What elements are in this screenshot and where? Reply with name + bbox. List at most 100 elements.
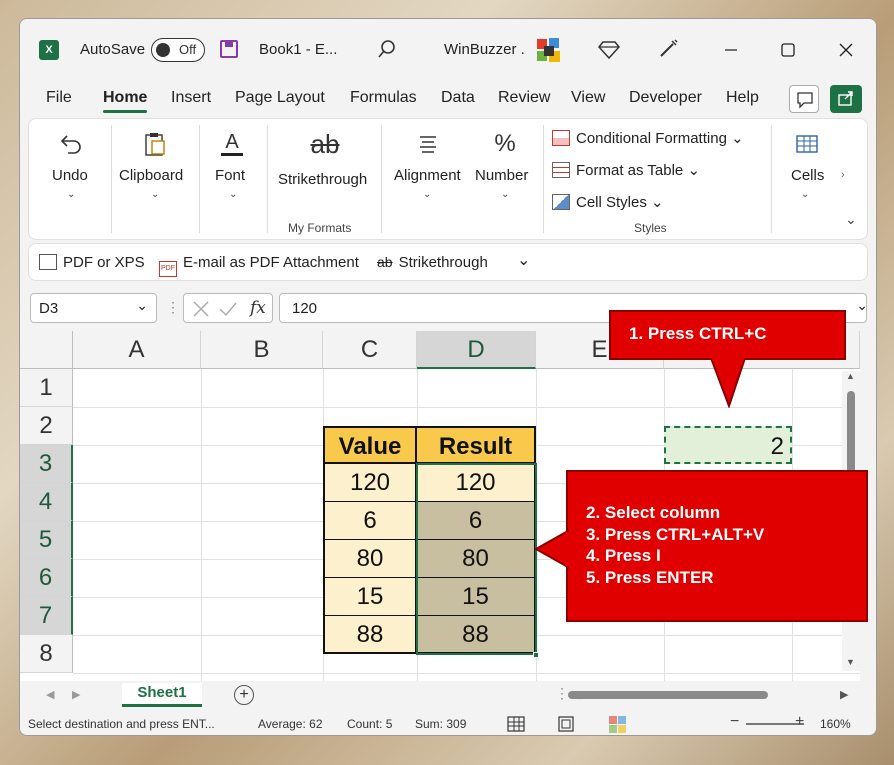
column-header-b[interactable]: B [201, 331, 323, 369]
email-pdf-button[interactable]: PDF E-mail as PDF Attachment [159, 254, 359, 277]
diamond-icon[interactable] [598, 38, 620, 60]
conditional-formatting-button[interactable]: Conditional Formatting ⌄ [552, 129, 744, 147]
next-sheet-icon[interactable]: ▶ [72, 688, 80, 701]
qat-strikethrough-label: Strikethrough [398, 254, 488, 271]
strikethrough-button[interactable]: ab Strikethrough My Formats [271, 119, 379, 241]
close-button[interactable] [835, 39, 857, 61]
qat-strikethrough-button[interactable]: ab Strikethrough [377, 254, 488, 271]
undo-group[interactable]: Undo ⌄ [41, 119, 101, 241]
number-label: Number [475, 167, 529, 184]
result-cell-active[interactable]: 120 [417, 464, 536, 502]
row-header-4[interactable]: 4 [20, 483, 73, 521]
zoom-level[interactable]: 160% [820, 717, 851, 731]
tab-split-grip-icon[interactable]: ⋮ [555, 685, 569, 702]
row-header-8[interactable]: 8 [20, 635, 73, 673]
prev-sheet-icon[interactable]: ◀ [46, 688, 54, 701]
page-layout-view-icon[interactable] [557, 715, 575, 733]
avatar[interactable] [534, 36, 564, 66]
column-header-a[interactable]: A [73, 331, 201, 369]
tab-data[interactable]: Data [441, 89, 475, 107]
row-header-2[interactable]: 2 [20, 407, 73, 445]
horizontal-scroll-thumb[interactable] [568, 691, 768, 699]
sheet-tab-sheet1[interactable]: Sheet1 [122, 683, 202, 707]
account-name[interactable]: WinBuzzer . [444, 41, 525, 58]
font-group[interactable]: A Font ⌄ [203, 119, 263, 241]
scroll-right-arrow-icon[interactable]: ▶ [840, 688, 848, 701]
normal-view-icon[interactable] [507, 715, 525, 733]
maximize-button[interactable] [777, 39, 799, 61]
zoom-in-icon[interactable]: + [795, 713, 804, 731]
enter-check-icon[interactable] [218, 300, 238, 318]
column-header-c[interactable]: C [323, 331, 417, 369]
row-header-6[interactable]: 6 [20, 559, 73, 597]
callout-step: 4. Press I [586, 546, 661, 565]
tab-file[interactable]: File [46, 89, 72, 107]
insert-function-icon[interactable]: fx [250, 298, 266, 318]
callout-steps-pointer [535, 529, 569, 569]
header-value-cell[interactable]: Value [323, 426, 417, 464]
header-result-cell[interactable]: Result [417, 426, 536, 464]
cancel-icon[interactable] [192, 300, 210, 318]
tab-help[interactable]: Help [726, 89, 759, 107]
fill-handle[interactable] [533, 652, 539, 658]
tab-insert[interactable]: Insert [171, 89, 211, 107]
value-cell[interactable]: 120 [323, 464, 417, 502]
row-header-1[interactable]: 1 [20, 369, 73, 407]
customize-qat-chevron-icon[interactable]: ⌄ [517, 250, 530, 270]
scroll-up-arrow-icon[interactable]: ▲ [846, 371, 855, 381]
select-all-corner[interactable] [20, 331, 73, 369]
alignment-group[interactable]: Alignment ⌄ [385, 119, 469, 241]
zoom-out-icon[interactable]: − [730, 713, 739, 731]
minimize-button[interactable] [720, 39, 742, 61]
ribbon-expand-chevron-icon[interactable]: ⌄ [845, 211, 857, 228]
value-cell[interactable]: 80 [323, 540, 417, 578]
status-count[interactable]: Count: 5 [347, 717, 392, 731]
comments-button[interactable] [789, 85, 819, 113]
add-sheet-icon[interactable]: + [234, 685, 254, 705]
pen-icon[interactable] [657, 38, 679, 60]
formula-controls: fx [183, 293, 273, 323]
result-cell[interactable]: 88 [417, 616, 536, 654]
clipboard-group[interactable]: Clipboard ⌄ [115, 119, 195, 241]
tab-view[interactable]: View [571, 89, 605, 107]
pdf-xps-button[interactable]: PDF or XPS [39, 254, 145, 271]
document-title[interactable]: Book1 - E... [259, 41, 337, 58]
ribbon-scroll-right-icon[interactable]: › [841, 169, 845, 181]
formula-value: 120 [292, 300, 318, 317]
value-cell[interactable]: 15 [323, 578, 417, 616]
tab-page-layout[interactable]: Page Layout [235, 89, 325, 107]
number-group[interactable]: % Number ⌄ [473, 119, 537, 241]
result-cell[interactable]: 80 [417, 540, 536, 578]
cell-styles-button[interactable]: Cell Styles ⌄ [552, 193, 664, 211]
value-cell[interactable]: 6 [323, 502, 417, 540]
expand-formula-chevron-icon[interactable]: ⌄ [856, 297, 868, 314]
status-average[interactable]: Average: 62 [258, 717, 323, 731]
status-sum[interactable]: Sum: 309 [415, 717, 466, 731]
row-header-3[interactable]: 3 [20, 445, 73, 483]
ribbon-separator [111, 125, 112, 233]
save-icon[interactable] [220, 40, 238, 58]
autosave-toggle[interactable]: Off [151, 38, 205, 62]
tab-formulas[interactable]: Formulas [350, 89, 417, 107]
my-formats-group-label: My Formats [288, 221, 352, 235]
tab-home[interactable]: Home [103, 89, 148, 113]
ribbon-separator [267, 125, 268, 233]
copied-cell[interactable]: 2 [664, 426, 792, 464]
scroll-down-arrow-icon[interactable]: ▼ [846, 657, 855, 667]
name-box[interactable]: D3 ⌄ [30, 293, 157, 323]
email-pdf-icon: PDF [159, 261, 177, 277]
result-cell[interactable]: 6 [417, 502, 536, 540]
format-as-table-button[interactable]: Format as Table ⌄ [552, 161, 700, 179]
share-button[interactable] [830, 85, 862, 113]
result-cell[interactable]: 15 [417, 578, 536, 616]
tab-developer[interactable]: Developer [629, 89, 702, 107]
column-header-d[interactable]: D [417, 331, 536, 369]
cells-group[interactable]: Cells ⌄ [775, 119, 835, 241]
row-header-7[interactable]: 7 [20, 597, 73, 635]
value-cell[interactable]: 88 [323, 616, 417, 654]
row-header-5[interactable]: 5 [20, 521, 73, 559]
tab-review[interactable]: Review [498, 89, 550, 107]
name-box-chevron-icon[interactable]: ⌄ [136, 297, 148, 314]
alignment-label: Alignment [394, 167, 461, 184]
search-icon[interactable] [377, 39, 397, 59]
